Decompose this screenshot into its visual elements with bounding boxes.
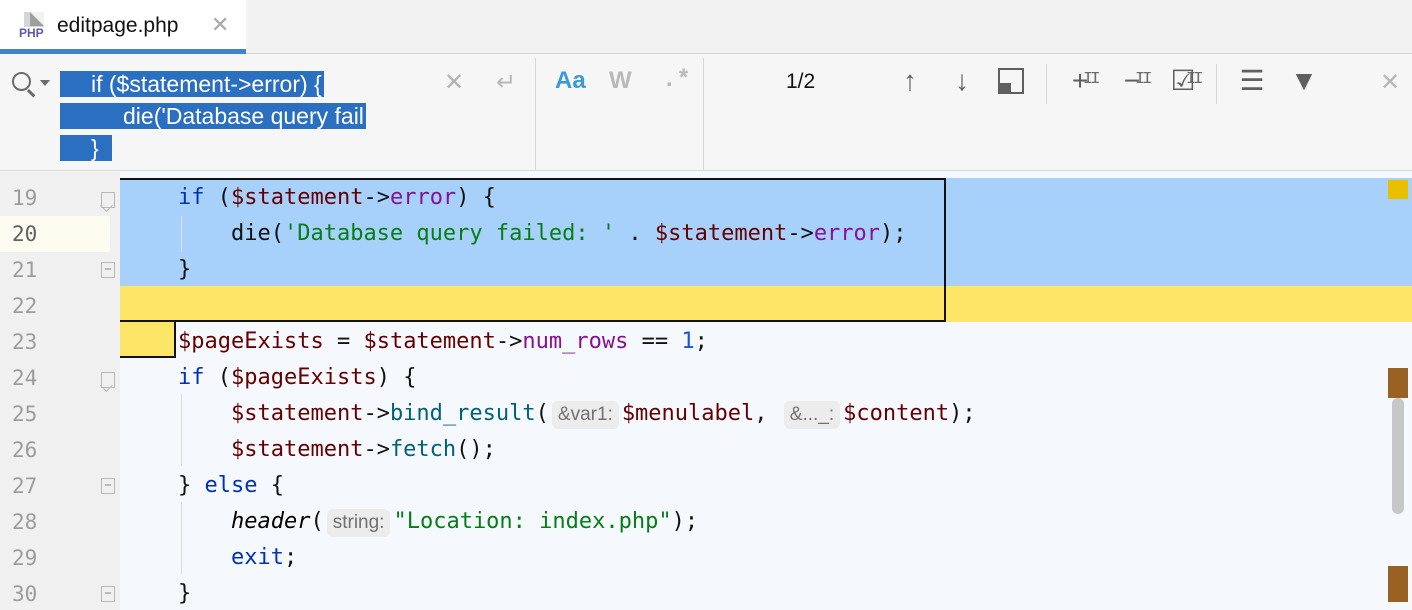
- search-query-line-1: if ($statement->error) {: [60, 71, 324, 97]
- toolbar-separator: [1046, 64, 1047, 104]
- line-number: 30: [12, 582, 38, 606]
- line-number: 25: [12, 402, 38, 426]
- line-number: 24: [12, 366, 38, 390]
- line-number: 26: [12, 438, 38, 462]
- code-line-25: $statement->bind_result(&var1: $menulabel…: [178, 396, 976, 432]
- new-line-icon[interactable]: ↵: [496, 68, 516, 97]
- line-number: 22: [12, 294, 38, 318]
- toolbar-separator: [1216, 64, 1217, 104]
- line-number: 28: [12, 510, 38, 534]
- param-hint-string: string:: [326, 509, 391, 537]
- tab-title: editpage.php: [57, 14, 179, 37]
- vertical-scrollbar[interactable]: [1392, 398, 1404, 514]
- code-editor[interactable]: 19 20 21 22 23 24 25 26 27 28 29 30 if (…: [0, 172, 1412, 610]
- line-number: 20: [0, 216, 110, 252]
- search-icon[interactable]: [12, 72, 52, 98]
- line-number-gutter: 19 20 21 22 23 24 25 26 27 28 29 30: [0, 172, 120, 610]
- fold-close-icon[interactable]: [101, 262, 115, 278]
- tab-editpage-php[interactable]: PHP editpage.php ✕: [0, 0, 246, 54]
- fold-open-icon[interactable]: [101, 192, 115, 208]
- line-number: 19: [12, 186, 38, 210]
- code-line-21: }: [178, 257, 192, 282]
- fold-close-icon[interactable]: [101, 586, 115, 602]
- line-number: 29: [12, 546, 38, 570]
- code-line-20: die('Database query failed: ' . $stateme…: [178, 221, 907, 246]
- words-toggle[interactable]: W: [609, 67, 632, 95]
- editor-tab-bar: PHP editpage.php ✕: [0, 0, 1412, 54]
- match-count: 1/2: [786, 70, 816, 93]
- fold-open-icon[interactable]: [101, 372, 115, 388]
- cursor-mark-icon: II: [1186, 70, 1203, 89]
- line-number: 27: [12, 474, 38, 498]
- cursor-mark-icon: II: [1135, 70, 1152, 89]
- funnel-icon[interactable]: ▼: [1287, 64, 1321, 98]
- code-line-26: $statement->fetch();: [230, 437, 496, 462]
- close-icon[interactable]: ✕: [1380, 68, 1400, 97]
- fold-close-icon[interactable]: [101, 478, 115, 494]
- find-bar: if ($statement->error) { die('Database q…: [0, 54, 1412, 171]
- php-file-icon: PHP: [18, 12, 48, 42]
- param-hint-var1: &var1:: [551, 401, 619, 429]
- error-stripe-marker[interactable]: [1388, 368, 1408, 398]
- param-hint-var2: &..._:: [783, 401, 841, 429]
- code-line-28: header(string: "Location: index.php");: [178, 504, 698, 540]
- line-number: 23: [12, 330, 38, 354]
- code-line-30: }: [178, 581, 192, 606]
- next-occurrence-icon[interactable]: ↓: [945, 64, 979, 98]
- code-line-23: $pageExists = $statement->num_rows == 1;: [178, 329, 708, 354]
- search-query-line-2: die('Database query fail: [60, 103, 366, 129]
- code-line-29: exit;: [230, 545, 298, 570]
- cursor-mark-icon: II: [1083, 70, 1100, 89]
- regex-toggle[interactable]: .*: [662, 67, 691, 94]
- filter-search-results-icon[interactable]: ☰: [1235, 64, 1269, 98]
- previous-occurrence-icon[interactable]: ↑: [893, 64, 927, 98]
- search-input[interactable]: if ($statement->error) { die('Database q…: [60, 68, 366, 164]
- toolbar-separator: [703, 58, 704, 171]
- line-number: 21: [12, 258, 38, 282]
- current-match-outline: [120, 320, 176, 358]
- search-query-line-3: }: [60, 135, 112, 161]
- match-case-toggle[interactable]: Aa: [555, 67, 586, 95]
- code-line-27: } else {: [178, 473, 284, 498]
- error-stripe-marker[interactable]: [1388, 180, 1408, 199]
- close-icon[interactable]: ✕: [211, 12, 229, 38]
- error-stripe-marker[interactable]: [1388, 566, 1408, 602]
- code-line-24: if ($pageExists) {: [178, 365, 417, 390]
- code-line-19: if ($statement->error) {: [178, 185, 496, 210]
- toolbar-separator: [535, 58, 536, 171]
- open-in-window-icon[interactable]: [998, 68, 1024, 94]
- clear-search-icon[interactable]: ✕: [444, 68, 464, 97]
